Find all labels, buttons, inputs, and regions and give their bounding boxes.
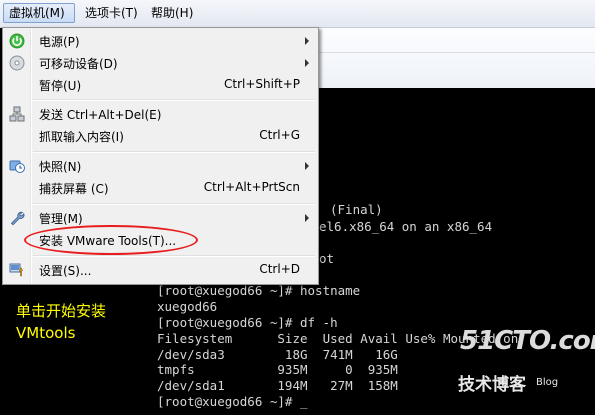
menu-item-label: 电源(P): [39, 35, 80, 49]
terminal-line: [root@xuegod66 ~]# _: [157, 394, 308, 409]
menu-item-label: 抓取输入内容(I): [39, 130, 124, 144]
settings-icon: [9, 262, 25, 278]
menu-help[interactable]: 帮助(H): [146, 3, 198, 23]
menu-item-removable-devices[interactable]: 可移动设备(D): [3, 52, 318, 74]
submenu-arrow-icon: [305, 37, 309, 45]
terminal-line: /dev/sda1 194M 27M 158M: [157, 378, 398, 393]
snapshot-clock-icon: [9, 158, 25, 174]
terminal-line: xuegod66: [157, 299, 218, 314]
terminal-line: el6.x86_64 on an x86_64: [319, 219, 493, 234]
watermark-blog: Blog: [536, 377, 559, 388]
menu-item-label: 发送 Ctrl+Alt+Del(E): [39, 108, 162, 122]
wrench-icon: [9, 210, 25, 226]
menu-item-snapshot[interactable]: 快照(N): [3, 155, 318, 177]
menu-separator: [33, 203, 315, 205]
power-icon: [9, 33, 25, 49]
menu-vm[interactable]: 虚拟机(M): [3, 3, 75, 23]
toolbar-strip: [319, 28, 595, 89]
menu-item-shortcut: Ctrl+Shift+P: [224, 77, 300, 91]
menu-item-power[interactable]: 电源(P): [3, 30, 318, 52]
submenu-arrow-icon: [305, 214, 309, 222]
watermark-brand: 51CTO.com: [460, 326, 595, 356]
menu-separator: [33, 151, 315, 153]
highlight-ellipse: [24, 225, 198, 255]
menu-item-label: 管理(M): [39, 212, 83, 226]
menu-item-label: 设置(S)...: [39, 264, 92, 278]
menu-tabs[interactable]: 选项卡(T): [80, 3, 143, 23]
menu-item-label: 快照(N): [39, 160, 82, 174]
submenu-arrow-icon: [305, 162, 309, 170]
menu-item-manage[interactable]: 管理(M): [3, 207, 318, 229]
terminal-line: [root@xuegod66 ~]# df -h: [157, 315, 338, 330]
menu-item-shortcut: Ctrl+D: [259, 262, 300, 276]
menu-item-pause[interactable]: 暂停(U) Ctrl+Shift+P: [3, 74, 318, 96]
menu-item-shortcut: Ctrl+Alt+PrtScn: [203, 180, 300, 194]
menu-item-label: 可移动设备(D): [39, 57, 118, 71]
menu-item-settings[interactable]: 设置(S)... Ctrl+D: [3, 259, 318, 281]
menu-separator: [33, 255, 315, 257]
menu-bar: 虚拟机(M) 选项卡(T) 帮助(H): [0, 0, 595, 28]
menu-item-capture-screen[interactable]: 捕获屏幕 (C) Ctrl+Alt+PrtScn: [3, 177, 318, 199]
terminal-line: /dev/sda3 18G 741M 16G: [157, 347, 398, 362]
annotation-text: 单击开始安装VMtools: [16, 302, 107, 342]
toolbar-divider: [319, 52, 595, 53]
menu-item-label: 捕获屏幕 (C): [39, 182, 109, 196]
watermark-tagline: 技术博客: [458, 375, 526, 395]
menu-item-send-ctrl-alt-del[interactable]: 发送 Ctrl+Alt+Del(E): [3, 103, 318, 125]
terminal-line: ot: [319, 251, 335, 266]
terminal-line: tmpfs 935M 0 935M: [157, 362, 398, 377]
menu-separator: [33, 99, 315, 101]
menu-item-grab-input[interactable]: 抓取输入内容(I) Ctrl+G: [3, 125, 318, 147]
network-keyboard-icon: [9, 106, 25, 122]
disc-icon: [9, 55, 25, 71]
submenu-arrow-icon: [305, 59, 309, 67]
menu-item-label: 暂停(U): [39, 79, 82, 93]
watermark-logo: 51CTO.com 技术博客 Blog: [458, 326, 595, 406]
menu-item-shortcut: Ctrl+G: [259, 128, 300, 142]
terminal-line: [root@xuegod66 ~]# hostname: [157, 283, 361, 298]
terminal-line: (Final): [330, 202, 383, 217]
